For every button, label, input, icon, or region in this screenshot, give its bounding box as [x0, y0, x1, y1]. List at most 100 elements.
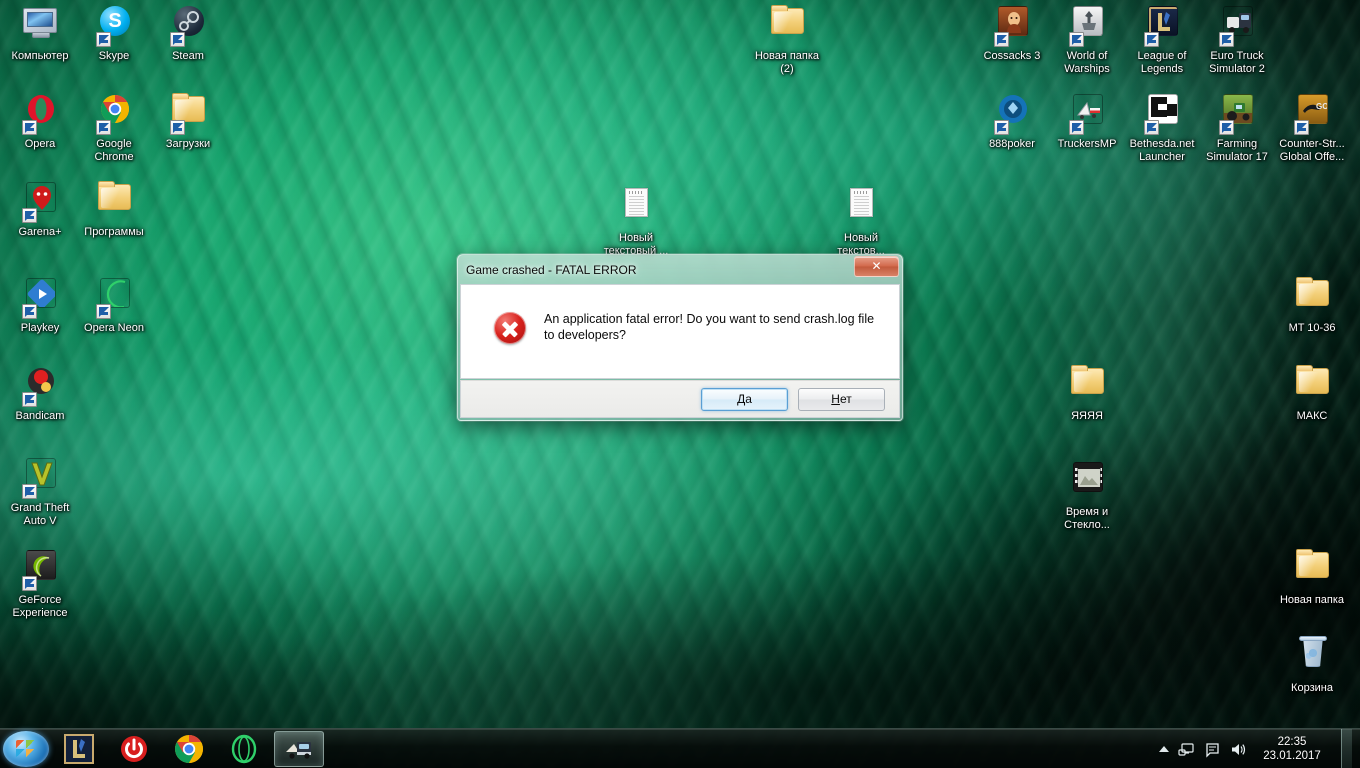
opera-neon-icon — [229, 734, 259, 764]
desktop-icon-lol[interactable]: League of Legends — [1124, 4, 1200, 75]
desktop-icon-label: Компьютер — [11, 50, 69, 62]
desktop-icon-label: 888poker — [989, 138, 1035, 150]
desktop-icon-label: ЯЯЯЯ — [1071, 410, 1103, 422]
desktop-icon-label: Google Chrome — [94, 138, 134, 163]
show-desktop-button[interactable] — [1341, 729, 1352, 768]
desktop-icon-farming[interactable]: Farming Simulator 17 — [1199, 92, 1275, 163]
desktop-icon-neon[interactable]: Opera Neon — [76, 276, 152, 335]
desktop-icon-playkey[interactable]: Playkey — [2, 276, 78, 335]
taskbar-truck-button[interactable] — [274, 730, 324, 767]
desktop-icon-txt[interactable]: Новый текстов... — [823, 186, 899, 257]
gtav-icon — [16, 456, 64, 500]
chrome-icon — [90, 92, 138, 136]
truck-icon — [284, 734, 314, 764]
desktop[interactable]: Компьютер S Skype Steam Opera Google Chrome За… — [0, 0, 1360, 768]
desktop-icon-txt[interactable]: Новый текстовый ... — [598, 186, 674, 257]
desktop-icon-steam[interactable]: Steam — [150, 4, 226, 63]
desktop-icon-label: MT 10-36 — [1288, 322, 1336, 334]
desktop-icon-poker[interactable]: 888poker — [974, 92, 1050, 151]
no-button-label: ет — [839, 391, 852, 406]
shortcut-arrow-icon — [994, 120, 1009, 135]
speaker-icon[interactable] — [1230, 741, 1247, 758]
chrome-icon — [174, 734, 204, 764]
desktop-icon-label: Новая папка (2) — [754, 50, 820, 75]
truckmp-icon — [1063, 92, 1111, 136]
flag-icon[interactable] — [1204, 741, 1221, 758]
cossacks-icon — [988, 4, 1036, 48]
shortcut-arrow-icon — [96, 304, 111, 319]
desktop-icon-wows[interactable]: World of Warships — [1049, 4, 1125, 75]
desktop-icon-folder[interactable]: MT 10-36 — [1274, 276, 1350, 335]
desktop-icon-folder[interactable]: Программы — [76, 180, 152, 239]
start-button[interactable] — [3, 730, 49, 767]
desktop-icon-label: Bethesda.net Launcher — [1129, 138, 1195, 163]
shortcut-arrow-icon — [1069, 32, 1084, 47]
desktop-icon-label: Playkey — [20, 322, 60, 334]
desktop-icon-recycle[interactable]: Корзина — [1274, 636, 1350, 695]
taskbar-clock[interactable]: 22:35 23.01.2017 — [1256, 735, 1328, 763]
dialog-message: An application fatal error! Do you want … — [544, 312, 875, 342]
desktop-icon-csgo[interactable]: GO Counter-Str... Global Offe... — [1274, 92, 1350, 163]
dialog-title: Game crashed - FATAL ERROR — [466, 263, 637, 277]
yes-button[interactable]: Да — [701, 387, 788, 411]
desktop-icon-label: Bandicam — [15, 410, 65, 422]
desktop-icon-garena[interactable]: Garena+ — [2, 180, 78, 239]
taskbar-lol-button[interactable] — [54, 731, 104, 767]
desktop-icon-skype[interactable]: S Skype — [76, 4, 152, 63]
desktop-icon-label: Программы — [84, 226, 144, 238]
shortcut-arrow-icon — [22, 208, 37, 223]
desktop-icon-folder[interactable]: ЯЯЯЯ — [1049, 364, 1125, 423]
desktop-icon-truckmp[interactable]: TruckersMP — [1049, 92, 1125, 151]
no-button[interactable]: Нет — [798, 387, 885, 411]
shortcut-arrow-icon — [22, 576, 37, 591]
shortcut-arrow-icon — [22, 484, 37, 499]
recycle-icon — [1288, 636, 1336, 680]
desktop-icon-folder[interactable]: Новая папка — [1274, 548, 1350, 607]
chevron-up-icon[interactable] — [1159, 746, 1169, 752]
close-icon[interactable]: ✕ — [854, 256, 899, 277]
desktop-icon-ets2[interactable]: Euro Truck Simulator 2 — [1199, 4, 1275, 75]
folder-icon — [1288, 548, 1336, 592]
folder-icon — [90, 180, 138, 224]
desktop-icon-label: GeForce Experience — [12, 594, 68, 619]
shortcut-arrow-icon — [22, 120, 37, 135]
taskbar-chrome-button[interactable] — [164, 731, 214, 767]
ets2-icon — [1213, 4, 1261, 48]
desktop-icon-monitor[interactable]: Компьютер — [2, 4, 78, 63]
video-icon — [1063, 460, 1111, 504]
taskbar-power-button[interactable] — [109, 731, 159, 767]
farming-icon — [1213, 92, 1261, 136]
lol-icon — [64, 733, 94, 764]
desktop-icon-label: Opera — [24, 138, 56, 150]
neon-icon — [90, 276, 138, 320]
shortcut-arrow-icon — [1219, 32, 1234, 47]
desktop-icon-chrome[interactable]: Google Chrome — [76, 92, 152, 163]
dialog-titlebar[interactable]: Game crashed - FATAL ERROR ✕ — [457, 254, 903, 284]
desktop-icon-label: Время и Стекло... — [1064, 506, 1110, 531]
shortcut-arrow-icon — [170, 120, 185, 135]
desktop-icon-cossacks[interactable]: Cossacks 3 — [974, 4, 1050, 63]
desktop-icon-opera[interactable]: Opera — [2, 92, 78, 151]
desktop-icon-bandicam[interactable]: Bandicam — [2, 364, 78, 423]
desktop-icon-folder[interactable]: МАКС — [1274, 364, 1350, 423]
desktop-icon-bethesda[interactable]: Bethesda.net Launcher — [1124, 92, 1200, 163]
dialog-footer: Да Нет — [460, 380, 900, 418]
desktop-icon-gtav[interactable]: Grand Theft Auto V — [2, 456, 78, 527]
desktop-icon-folder[interactable]: Новая папка (2) — [749, 4, 825, 75]
fatal-error-dialog[interactable]: Game crashed - FATAL ERROR ✕ An applicat… — [457, 254, 903, 421]
txt-icon — [837, 186, 885, 230]
desktop-icon-label: Farming Simulator 17 — [1206, 138, 1268, 163]
desktop-icon-video[interactable]: Время и Стекло... — [1049, 460, 1125, 531]
txt-icon — [612, 186, 660, 230]
desktop-icon-geforce[interactable]: GeForce Experience — [2, 548, 78, 619]
taskbar-items — [49, 730, 324, 767]
taskbar-opera-neon-button[interactable] — [219, 731, 269, 767]
poker-icon — [988, 92, 1036, 136]
error-cross-icon — [494, 312, 526, 344]
network-icon[interactable] — [1178, 741, 1195, 758]
geforce-icon — [16, 548, 64, 592]
desktop-icon-folder-dl[interactable]: Загрузки — [150, 92, 226, 151]
desktop-icon-label: Counter-Str... Global Offe... — [1279, 138, 1345, 163]
desktop-icon-label: Корзина — [1291, 682, 1333, 694]
taskbar[interactable]: 22:35 23.01.2017 — [0, 728, 1360, 768]
